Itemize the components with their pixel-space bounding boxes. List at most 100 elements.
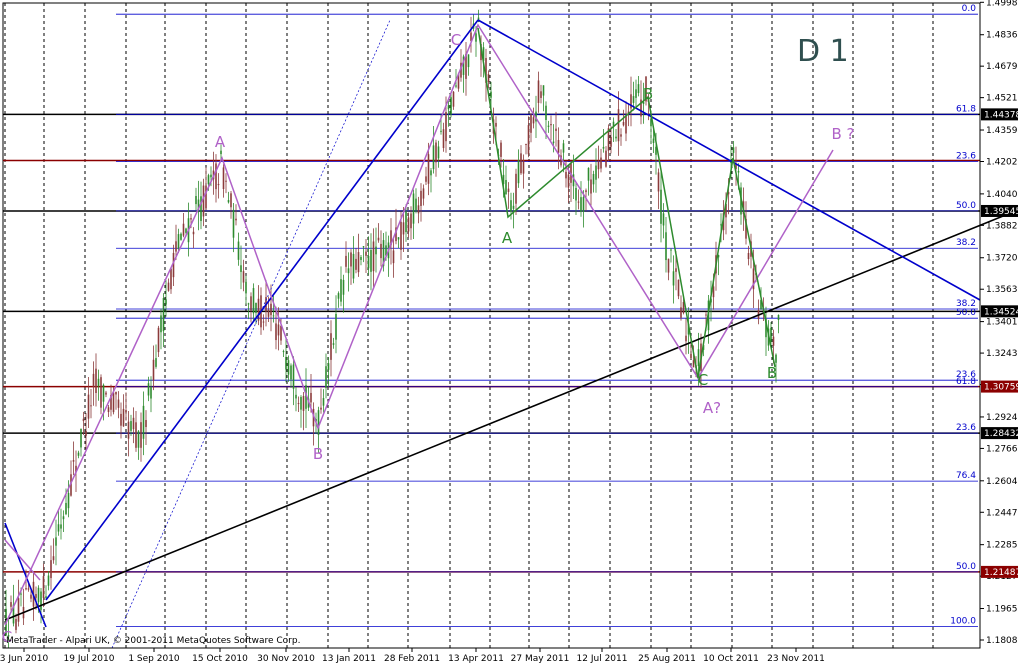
candle-body: [547, 125, 550, 127]
candle-body: [345, 255, 347, 267]
candle-body: [262, 321, 265, 323]
candle-body: [207, 175, 210, 185]
candle-body: [220, 150, 222, 155]
candle-body: [685, 335, 687, 342]
candle-body: [202, 185, 205, 217]
candle-body: [135, 422, 137, 448]
candle-body: [590, 179, 592, 194]
candle-body: [227, 200, 230, 203]
time-tick-label: 30 Nov 2010: [257, 654, 315, 664]
fib-level-label: 100.0: [950, 617, 976, 627]
candle-body: [115, 392, 117, 395]
candle-body: [132, 417, 135, 430]
candle-body: [580, 197, 582, 212]
candle-body: [105, 392, 107, 395]
candle-body: [57, 524, 60, 532]
candle-body: [230, 193, 232, 208]
price-tag-label: 1.30759: [984, 383, 1018, 393]
candle-body: [417, 205, 420, 214]
candle-body: [150, 387, 152, 399]
candle-body: [365, 251, 367, 256]
candle-body: [290, 365, 292, 380]
candle-body: [210, 174, 212, 178]
price-tag-label: 1.21487: [984, 568, 1018, 578]
candle-body: [42, 576, 45, 598]
candle-body: [427, 154, 430, 184]
candle-body: [652, 138, 655, 143]
candle-body: [85, 431, 87, 436]
candle-body: [532, 117, 535, 124]
fib-level-label: 23.6: [956, 152, 976, 162]
time-tick-label: 13 Jan 2011: [322, 654, 376, 664]
time-tick-label: 10 Oct 2011: [703, 654, 759, 664]
candle-body: [270, 303, 272, 316]
candle-body: [542, 85, 545, 96]
price-tick-label: 1.29240: [986, 413, 1018, 423]
time-tick-label: 28 Feb 2011: [384, 654, 440, 664]
candle-body: [35, 594, 37, 598]
candle-body: [52, 556, 55, 561]
candle-body: [375, 246, 377, 255]
candle-body: [400, 221, 402, 250]
fib-level-label: 61.8: [956, 377, 976, 387]
wave-label: C: [698, 371, 708, 389]
candle-body: [190, 218, 192, 220]
price-tick-label: 1.26045: [986, 477, 1018, 487]
horizontal-levels: [3, 113, 980, 573]
candle-body: [775, 354, 777, 363]
candle-body: [435, 142, 437, 163]
candle-body: [412, 193, 415, 224]
fib-level-label: 0.0: [962, 4, 977, 14]
candle-body: [275, 323, 277, 341]
candle-body: [397, 237, 400, 240]
candle-body: [515, 173, 517, 204]
candle-body: [475, 33, 477, 42]
candle-body: [442, 129, 445, 149]
candle-body: [37, 587, 40, 603]
candle-body: [392, 250, 395, 264]
candle-body: [445, 111, 447, 142]
candle-body: [235, 218, 237, 221]
fibonacci-levels: 0.061.823.650.038.238.250.023.661.823.67…: [116, 4, 978, 628]
wave-label: A: [502, 229, 513, 247]
timeframe-title: D 1: [797, 34, 849, 69]
candle-body: [185, 228, 187, 233]
candle-body: [325, 366, 327, 388]
candle-body: [90, 405, 92, 407]
candle-body: [17, 598, 20, 622]
fib-level-label: 38.2: [956, 238, 976, 248]
candle-body: [585, 190, 587, 193]
price-tick-label: 1.45215: [986, 94, 1018, 104]
price-tick-label: 1.35630: [986, 285, 1018, 295]
candle-body: [127, 421, 130, 439]
candle-body: [432, 145, 435, 170]
price-candles: [5, 9, 780, 649]
wave-label: B: [313, 445, 323, 463]
candle-body: [352, 253, 355, 279]
candle-body: [617, 109, 620, 142]
candle-body: [690, 353, 692, 359]
candle-body: [247, 303, 250, 305]
candle-body: [372, 241, 375, 272]
price-axis: 1.49985 1.48363 1.46790 1.45215 1.43595 1.420…: [979, 0, 1018, 648]
candle-body: [342, 279, 345, 295]
wave-label: A: [215, 133, 226, 151]
candle-body: [420, 190, 422, 206]
candle-body: [330, 333, 332, 360]
candle-body: [337, 293, 340, 299]
candle-body: [242, 271, 245, 283]
candle-body: [112, 392, 115, 413]
wave-label: B ?: [831, 125, 854, 143]
candle-body: [347, 268, 350, 274]
candle-body: [407, 217, 410, 232]
candle-body: [160, 315, 162, 333]
wave-labels: CABCABCA?BB ?: [2, 31, 855, 646]
candle-body: [200, 196, 202, 222]
chart-canvas[interactable]: 0.061.823.650.038.238.250.023.661.823.67…: [0, 0, 1018, 666]
candle-body: [637, 84, 640, 94]
candle-body: [495, 122, 497, 127]
price-tick-label: 1.22850: [986, 541, 1018, 551]
black-trendline: [4, 209, 1018, 621]
candle-body: [327, 363, 330, 370]
candle-body: [747, 252, 750, 260]
